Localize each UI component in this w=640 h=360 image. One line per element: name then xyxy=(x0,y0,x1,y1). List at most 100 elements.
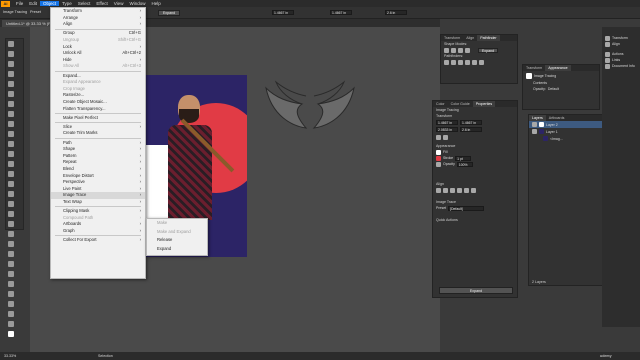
submenu-item[interactable]: Expand xyxy=(147,245,207,254)
preset-dropdown[interactable]: [Default] xyxy=(448,205,485,211)
tab-align[interactable]: Align xyxy=(463,35,477,41)
tab-pathfinder[interactable]: Pathfinder xyxy=(477,35,500,41)
lasso-tool-icon[interactable] xyxy=(7,70,14,77)
blend-tool-icon[interactable] xyxy=(7,260,14,267)
crop-icon[interactable] xyxy=(465,59,470,65)
tab-appearance[interactable]: Appearance xyxy=(545,65,571,71)
menu-item[interactable]: Artboards › xyxy=(51,221,145,228)
fill-swatch[interactable] xyxy=(436,149,441,155)
divide-icon[interactable] xyxy=(444,59,449,65)
menu-window[interactable]: Window xyxy=(126,1,148,6)
menu-item[interactable]: Clipping Mask › xyxy=(51,208,145,215)
menu-edit[interactable]: Edit xyxy=(26,1,40,6)
eye-icon[interactable] xyxy=(532,129,537,134)
paintbrush-tool-icon[interactable] xyxy=(7,130,14,137)
menu-item[interactable]: Text Wrap › xyxy=(51,199,145,206)
links-icon[interactable] xyxy=(605,57,610,63)
layer-row[interactable]: Layer 1 xyxy=(546,130,558,134)
align-bottom-icon[interactable] xyxy=(471,187,476,193)
document-info-icon[interactable] xyxy=(605,63,610,69)
layer-row[interactable]: Layer 2 xyxy=(546,123,558,127)
menu-effect[interactable]: Effect xyxy=(93,1,110,6)
menu-item[interactable]: Make Pixel Perfect xyxy=(51,115,145,122)
flip-vertical-icon[interactable] xyxy=(443,134,448,140)
align-left-icon[interactable] xyxy=(436,187,441,193)
free-transform-tool-icon[interactable] xyxy=(7,200,14,207)
control-w-field[interactable]: 1.4667 in xyxy=(330,10,352,15)
stroke-swatch[interactable] xyxy=(436,155,441,161)
menu-item[interactable]: Hide › xyxy=(51,57,145,64)
gradient-tool-icon[interactable] xyxy=(7,240,14,247)
menu-item[interactable]: Graph › xyxy=(51,228,145,235)
menu-item[interactable]: Lock › xyxy=(51,44,145,51)
x-field[interactable]: 1.4667 in xyxy=(436,119,458,125)
menu-item[interactable]: Expand... xyxy=(51,73,145,80)
appearance-opacity-value[interactable]: Default xyxy=(548,87,559,91)
menu-item[interactable]: Image Trace › xyxy=(51,192,145,199)
tab-transform[interactable]: Transform xyxy=(441,35,463,41)
type-tool-icon[interactable] xyxy=(7,100,14,107)
shaper-tool-icon[interactable] xyxy=(7,140,14,147)
curvature-tool-icon[interactable] xyxy=(7,90,14,97)
tab-layers[interactable]: Layers xyxy=(529,115,546,121)
tab-artboards[interactable]: Artboards xyxy=(546,115,568,121)
tab-color[interactable]: Color xyxy=(433,101,448,107)
pathfinder-expand-button[interactable]: Expand xyxy=(478,47,498,53)
menu-item[interactable]: Transform › xyxy=(51,8,145,15)
menu-item[interactable]: Shape › xyxy=(51,146,145,153)
symbol-sprayer-tool-icon[interactable] xyxy=(7,270,14,277)
align-center-icon[interactable] xyxy=(443,187,448,193)
menu-item[interactable]: Collect For Export › xyxy=(51,237,145,244)
flip-horizontal-icon[interactable] xyxy=(436,134,441,140)
shape-builder-tool-icon[interactable] xyxy=(7,210,14,217)
rectangle-tool-icon[interactable] xyxy=(7,120,14,127)
outline-icon[interactable] xyxy=(472,59,477,65)
layer-row[interactable]: <Imag... xyxy=(550,137,563,141)
perspective-grid-tool-icon[interactable] xyxy=(7,220,14,227)
slice-tool-icon[interactable] xyxy=(7,300,14,307)
opacity-field[interactable]: 100% xyxy=(456,161,473,167)
pen-tool-icon[interactable] xyxy=(7,80,14,87)
minus-back-icon[interactable] xyxy=(479,59,484,65)
line-tool-icon[interactable] xyxy=(7,110,14,117)
hand-tool-icon[interactable] xyxy=(7,310,14,317)
menu-item[interactable]: Rasterize... xyxy=(51,92,145,99)
selection-tool-icon[interactable] xyxy=(7,40,14,47)
actions-icon[interactable] xyxy=(605,51,610,57)
direct-selection-tool-icon[interactable] xyxy=(7,50,14,57)
trim-icon[interactable] xyxy=(451,59,456,65)
align-top-icon[interactable] xyxy=(457,187,462,193)
dock-item[interactable]: Align xyxy=(612,42,620,46)
menu-item[interactable]: Perspective › xyxy=(51,179,145,186)
align-middle-icon[interactable] xyxy=(464,187,469,193)
tab-color-guide[interactable]: Color Guide xyxy=(448,101,473,107)
menu-item[interactable]: Align › xyxy=(51,21,145,28)
eyedropper-tool-icon[interactable] xyxy=(7,250,14,257)
menu-item[interactable]: Pattern › xyxy=(51,153,145,160)
dock-item[interactable]: Links xyxy=(612,58,620,62)
control-h-field[interactable]: 2.6 in xyxy=(385,10,407,15)
menu-item[interactable]: Live Paint › xyxy=(51,186,145,193)
mesh-tool-icon[interactable] xyxy=(7,230,14,237)
menu-item[interactable]: Create Trim Marks xyxy=(51,130,145,137)
menu-type[interactable]: Type xyxy=(59,1,75,6)
h-field[interactable]: 2.6 in xyxy=(460,126,482,132)
menu-help[interactable]: Help xyxy=(148,1,163,6)
tab-transform-2[interactable]: Transform xyxy=(523,65,545,71)
menu-item[interactable]: Group Ctrl+G xyxy=(51,30,145,37)
transform-icon[interactable] xyxy=(605,35,610,41)
dock-item[interactable]: Document Info xyxy=(612,64,635,68)
exclude-icon[interactable] xyxy=(465,47,470,53)
menu-item[interactable]: Slice › xyxy=(51,124,145,131)
magic-wand-tool-icon[interactable] xyxy=(7,60,14,67)
control-x-field[interactable]: 1.4667 in xyxy=(272,10,294,15)
wings-artwork[interactable] xyxy=(262,78,358,136)
width-tool-icon[interactable] xyxy=(7,190,14,197)
menu-file[interactable]: File xyxy=(13,1,26,6)
menu-item[interactable]: Create Object Mosaic... xyxy=(51,99,145,106)
submenu-item[interactable]: Release xyxy=(147,236,207,245)
menu-item[interactable]: Envelope Distort › xyxy=(51,173,145,180)
artboard-tool-icon[interactable] xyxy=(7,290,14,297)
menu-item[interactable]: Blend › xyxy=(51,166,145,173)
control-expand-button[interactable]: Expand xyxy=(158,10,180,16)
